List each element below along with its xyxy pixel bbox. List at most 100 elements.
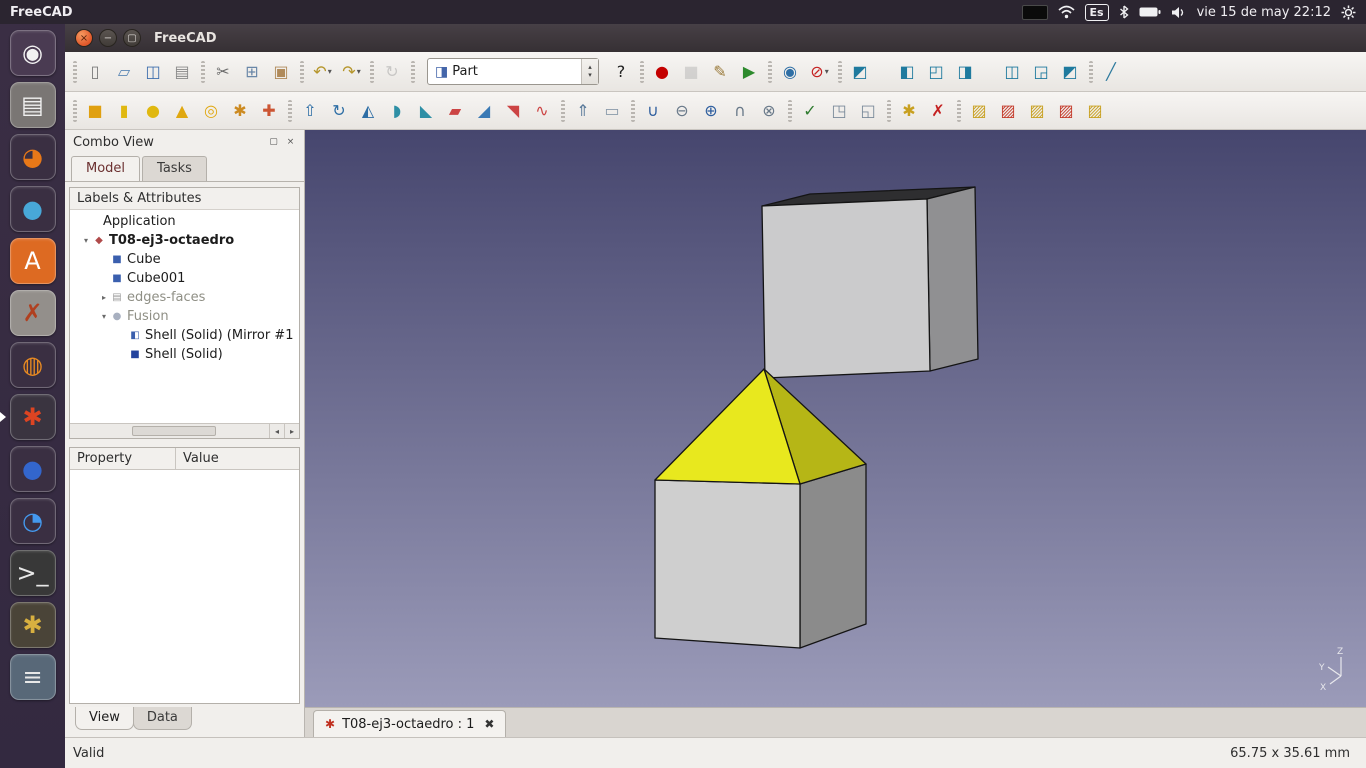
combo-view-titlebar[interactable]: Combo View ▢× <box>65 130 304 154</box>
tree-item-shell-mirror[interactable]: ◧ Shell (Solid) (Mirror #1 <box>70 326 299 345</box>
view-isometric-button[interactable]: ◩ <box>847 58 874 85</box>
part-make-face-button[interactable]: ▰ <box>442 97 469 124</box>
launcher-app-sphere[interactable]: ● <box>0 446 65 492</box>
launcher-system-settings[interactable]: ✗ <box>0 290 65 336</box>
part-extra-tool-4[interactable]: ▨ <box>1053 97 1080 124</box>
copy-button[interactable]: ⊞ <box>239 58 266 85</box>
part-shape-builder-button[interactable]: ✚ <box>256 97 283 124</box>
macro-execute-button[interactable]: ▶ <box>736 58 763 85</box>
part-cut-button[interactable]: ⊖ <box>669 97 696 124</box>
macro-edit-button[interactable]: ✎ <box>707 58 734 85</box>
clock[interactable]: vie 15 de may 22:12 <box>1197 5 1331 20</box>
launcher-dash-home[interactable]: ◉ <box>0 30 65 76</box>
part-extra-tool-1[interactable]: ▨ <box>966 97 993 124</box>
part-union-button[interactable]: ⊕ <box>698 97 725 124</box>
part-sweep-button[interactable]: ∿ <box>529 97 556 124</box>
3d-viewport[interactable]: Z Y X <box>305 130 1366 707</box>
close-button[interactable]: × <box>75 29 93 47</box>
redo-button[interactable]: ↷▾ <box>338 58 365 85</box>
part-explode-compound-button[interactable]: ◱ <box>855 97 882 124</box>
bluetooth-icon[interactable] <box>1119 5 1129 19</box>
view-front-button[interactable]: ◧ <box>894 58 921 85</box>
tree-item-edges-faces[interactable]: ▸ ▤ edges-faces <box>70 288 299 307</box>
close-panel-button[interactable]: × <box>283 135 298 150</box>
float-panel-button[interactable]: ▢ <box>266 135 281 150</box>
part-chamfer-button[interactable]: ◣ <box>413 97 440 124</box>
cube-front-face[interactable] <box>762 199 930 378</box>
close-document-icon[interactable]: ✖ <box>484 717 494 731</box>
expander-icon[interactable]: ▸ <box>98 293 110 302</box>
macro-stop-button[interactable]: ■ <box>678 58 705 85</box>
tree-item-document[interactable]: ▾ ◆ T08-ej3-octaedro <box>70 231 299 250</box>
part-section-button[interactable]: ⊗ <box>756 97 783 124</box>
minimize-button[interactable]: − <box>99 29 117 47</box>
view-rear-button[interactable]: ◫ <box>999 58 1026 85</box>
part-box-button[interactable]: ■ <box>82 97 109 124</box>
launcher-tools[interactable]: ✱ <box>0 602 65 648</box>
tree-item-cube[interactable]: ■ Cube <box>70 250 299 269</box>
scrollbar-track[interactable] <box>70 424 269 438</box>
window-titlebar[interactable]: ×−▢ FreeCAD <box>65 24 1366 52</box>
tree-item-fusion[interactable]: ▾ ● Fusion <box>70 307 299 326</box>
part-cylinder-button[interactable]: ▮ <box>111 97 138 124</box>
part-check-geometry-button[interactable]: ✓ <box>797 97 824 124</box>
print-button[interactable]: ▤ <box>169 58 196 85</box>
whats-this-button[interactable]: ? <box>608 58 635 85</box>
value-column-header[interactable]: Value <box>176 448 226 469</box>
workbench-selector[interactable]: ◨ Part ▴ ▾ <box>427 58 599 85</box>
launcher-ubuntu-software[interactable]: A <box>0 238 65 284</box>
workbench-spinner[interactable]: ▴ ▾ <box>581 59 598 84</box>
part-sphere-button[interactable]: ● <box>140 97 167 124</box>
tab-tasks[interactable]: Tasks <box>142 156 207 181</box>
launcher-blender[interactable]: ◍ <box>0 342 65 388</box>
part-loft-button[interactable]: ◥ <box>500 97 527 124</box>
property-column-header[interactable]: Property <box>70 448 176 469</box>
part-defeaturing-button[interactable]: ✗ <box>925 97 952 124</box>
part-torus-button[interactable]: ◎ <box>198 97 225 124</box>
wifi-icon[interactable] <box>1058 5 1075 19</box>
tree-item-application[interactable]: Application <box>70 212 299 231</box>
launcher-files[interactable]: ▤ <box>0 82 65 128</box>
app-indicator-icon[interactable] <box>1022 5 1048 20</box>
open-document-button[interactable]: ▱ <box>111 58 138 85</box>
save-document-button[interactable]: ◫ <box>140 58 167 85</box>
tree-horizontal-scrollbar[interactable]: ◂ ▸ <box>70 423 299 438</box>
view-right-button[interactable]: ◨ <box>952 58 979 85</box>
keyboard-layout-indicator[interactable]: Es <box>1085 4 1109 21</box>
tree-item-shell[interactable]: ■ Shell (Solid) <box>70 345 299 364</box>
spin-down-icon[interactable]: ▾ <box>588 72 592 80</box>
part-refine-shape-button[interactable]: ✱ <box>896 97 923 124</box>
session-gear-icon[interactable] <box>1341 5 1356 20</box>
active-app-name[interactable]: FreeCAD <box>10 5 73 20</box>
measure-button[interactable]: ╱ <box>1098 58 1125 85</box>
part-offset-button[interactable]: ⇑ <box>570 97 597 124</box>
part-ruled-surface-button[interactable]: ◢ <box>471 97 498 124</box>
macro-record-button[interactable]: ● <box>649 58 676 85</box>
scrollbar-thumb[interactable] <box>132 426 216 436</box>
part-extra-tool-3[interactable]: ▨ <box>1024 97 1051 124</box>
tab-model[interactable]: Model <box>71 156 140 181</box>
draw-style-button[interactable]: ⊘▾ <box>806 58 833 85</box>
cube-object[interactable] <box>762 187 978 378</box>
battery-icon[interactable] <box>1139 6 1161 18</box>
scroll-left-icon[interactable]: ◂ <box>269 424 284 438</box>
cube-right-face[interactable] <box>927 187 978 371</box>
tab-data[interactable]: Data <box>133 707 192 730</box>
tree-item-cube001[interactable]: ■ Cube001 <box>70 269 299 288</box>
launcher-documents[interactable]: ≡ <box>0 654 65 700</box>
tab-view[interactable]: View <box>75 707 134 730</box>
launcher-firefox[interactable]: ◕ <box>0 134 65 180</box>
part-fillet-button[interactable]: ◗ <box>384 97 411 124</box>
fusion-front-face[interactable] <box>655 480 800 648</box>
expander-icon[interactable]: ▾ <box>80 236 92 245</box>
part-boolean-button[interactable]: ∪ <box>640 97 667 124</box>
part-extrude-button[interactable]: ⇧ <box>297 97 324 124</box>
new-document-button[interactable]: ▯ <box>82 58 109 85</box>
refresh-button[interactable]: ↻ <box>379 58 406 85</box>
launcher-chromium[interactable]: ◔ <box>0 498 65 544</box>
part-primitives-button[interactable]: ✱ <box>227 97 254 124</box>
undo-button[interactable]: ↶▾ <box>309 58 336 85</box>
paste-button[interactable]: ▣ <box>268 58 295 85</box>
part-make-compound-button[interactable]: ◳ <box>826 97 853 124</box>
part-mirror-button[interactable]: ◭ <box>355 97 382 124</box>
